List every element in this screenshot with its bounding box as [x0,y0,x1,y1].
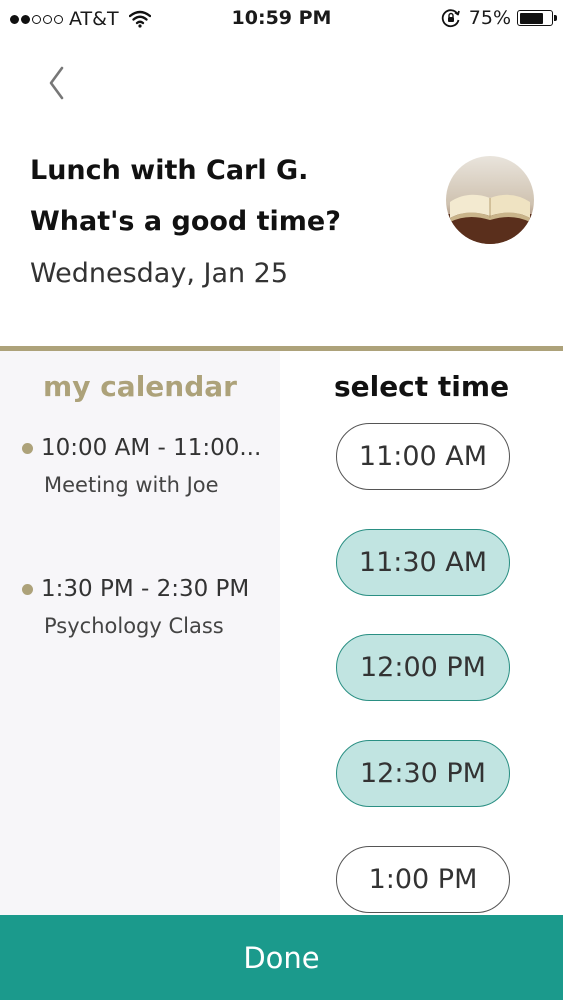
select-time-panel: select time 11:00 AM 11:30 AM 12:00 PM 1… [280,351,563,915]
battery-percent: 75% [468,7,511,29]
time-slot-button[interactable]: 12:30 PM [336,740,510,807]
done-button[interactable]: Done [0,915,563,1000]
back-chevron-icon[interactable] [42,60,76,106]
battery-level [519,12,543,24]
event-bullet-icon [22,442,33,454]
event-time: 1:30 PM - 2:30 PM [41,576,250,602]
open-book-image [446,156,534,244]
calendar-event: 1:30 PM - 2:30 PM Psychology Class [22,576,249,638]
rotation-lock-icon [441,9,460,28]
event-title: Lunch with Carl G. [30,155,309,186]
status-bar: AT&T 10:59 PM 75% [0,0,563,36]
my-calendar-heading: my calendar [43,370,237,403]
event-time: 10:00 AM - 11:00... [41,435,262,461]
time-slot-button[interactable]: 11:30 AM [336,529,510,596]
event-bullet-icon [22,583,33,595]
battery-icon [517,10,557,26]
event-date: Wednesday, Jan 25 [30,258,289,289]
page-question: What's a good time? [30,206,341,237]
select-time-heading: select time [333,370,510,403]
time-slot-button[interactable]: 1:00 PM [336,846,510,913]
time-slot-button[interactable]: 11:00 AM [336,423,510,490]
calendar-event: 10:00 AM - 11:00... Meeting with Joe [22,435,261,497]
status-right: 75% [441,7,557,29]
event-title: Meeting with Joe [44,473,219,497]
my-calendar-panel: my calendar 10:00 AM - 11:00... Meeting … [0,351,280,915]
event-title: Psychology Class [44,614,224,638]
avatar [446,156,534,244]
time-slot-button[interactable]: 12:00 PM [336,634,510,701]
